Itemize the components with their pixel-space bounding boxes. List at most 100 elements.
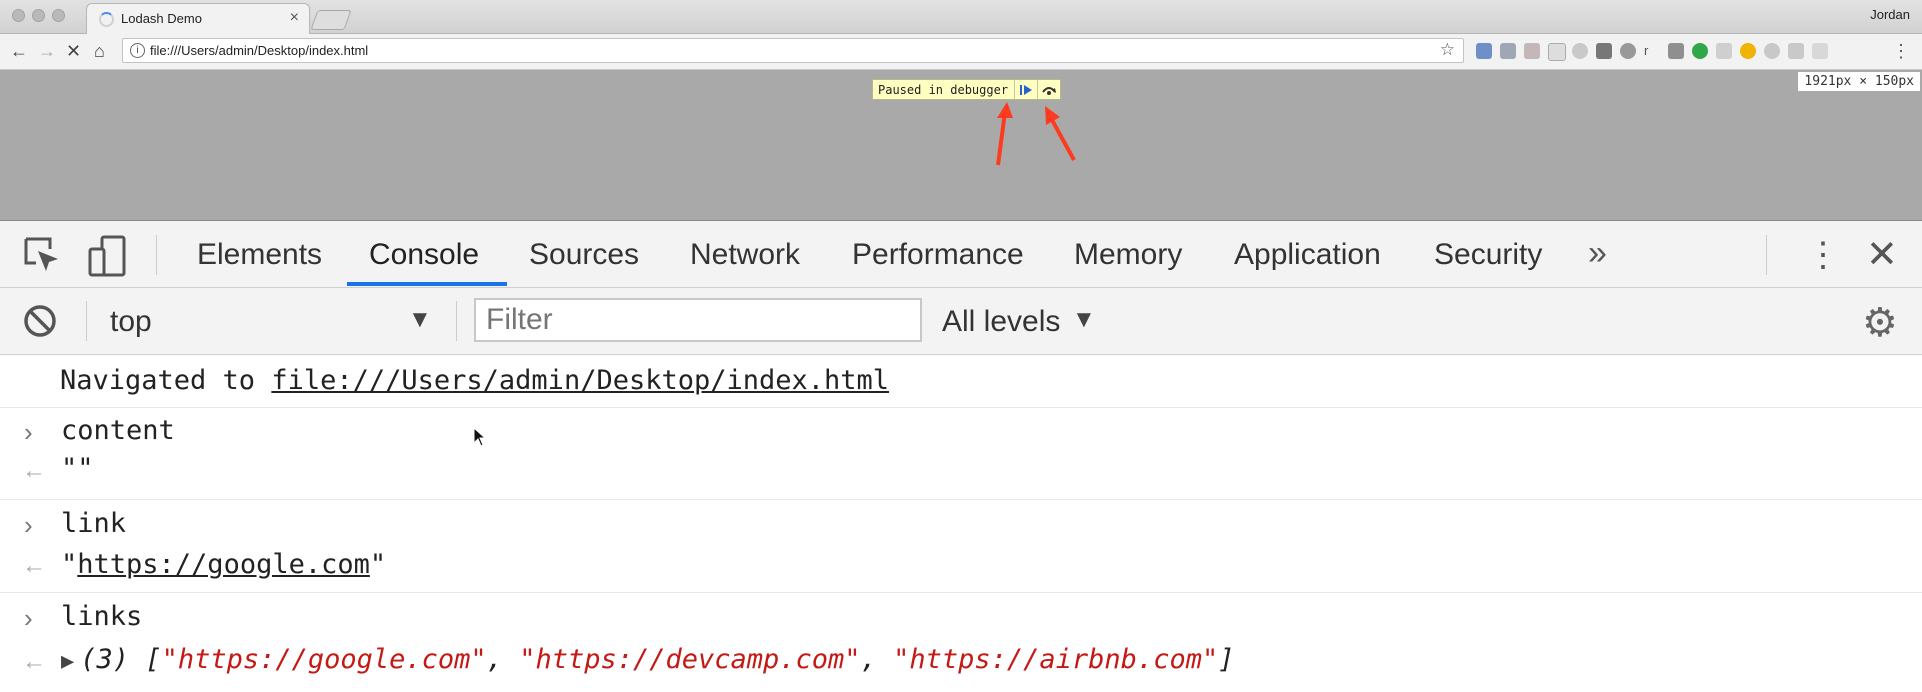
console-entry: › link ← "https://google.com": [0, 500, 1922, 593]
console-entry: › content ← "": [0, 407, 1922, 500]
active-tab-indicator: [347, 282, 507, 286]
address-url[interactable]: file:///Users/admin/Desktop/index.html: [150, 43, 368, 58]
tab-sources[interactable]: Sources: [529, 238, 639, 272]
clear-console-icon[interactable]: [22, 303, 58, 339]
log-levels-dropdown[interactable]: All levels: [942, 305, 1060, 339]
levels-dropdown-icon[interactable]: ▼: [1072, 306, 1096, 334]
mouse-cursor-icon: [473, 427, 487, 447]
annotation-arrows: [996, 102, 1076, 166]
return-arrow-icon: ←: [22, 457, 46, 484]
array-item: "https://google.com": [161, 644, 487, 675]
divider: [156, 235, 157, 275]
console-input: content: [61, 415, 175, 446]
tab-console[interactable]: Console: [369, 238, 479, 272]
console-settings-gear-icon[interactable]: ⚙: [1862, 300, 1898, 346]
quote: ": [61, 549, 78, 580]
tab-elements[interactable]: Elements: [197, 238, 322, 272]
array-count: (3): [80, 644, 130, 675]
divider: [1766, 235, 1767, 275]
devtools-menu-icon[interactable]: ⋮: [1806, 235, 1840, 275]
inspect-element-icon[interactable]: [22, 235, 62, 275]
navigated-link[interactable]: file:///Users/admin/Desktop/index.html: [271, 365, 889, 396]
close-window-button[interactable]: [12, 9, 25, 22]
extension-icon[interactable]: [1812, 43, 1828, 59]
back-arrow-icon[interactable]: ←: [10, 41, 28, 61]
return-arrow-icon: ←: [22, 648, 46, 675]
tab-close-icon[interactable]: ×: [290, 9, 299, 27]
console-array-result[interactable]: ▶ (3) ["https://google.com", "https://dev…: [61, 644, 1234, 675]
device-toolbar-icon[interactable]: [88, 235, 128, 277]
input-chevron-icon: ›: [24, 417, 33, 447]
browser-toolbar: ← → ✕ ⌂ i file:///Users/admin/Desktop/in…: [0, 34, 1922, 70]
console-input: links: [61, 601, 143, 632]
extension-icon[interactable]: [1524, 43, 1540, 59]
close-devtools-icon[interactable]: ✕: [1866, 232, 1898, 277]
console-toolbar: top ▼ All levels ▼ ⚙: [0, 288, 1922, 355]
input-chevron-icon: ›: [24, 603, 33, 633]
array-item: "https://airbnb.com": [893, 644, 1219, 675]
divider: [456, 301, 457, 341]
extension-icon[interactable]: [1596, 43, 1612, 59]
extension-icon[interactable]: [1548, 43, 1566, 61]
loading-spinner-icon: [99, 12, 114, 27]
tab-application[interactable]: Application: [1234, 238, 1381, 272]
minimize-window-button[interactable]: [32, 9, 45, 22]
divider: [86, 301, 87, 341]
context-selector[interactable]: top: [110, 305, 152, 339]
console-message: Navigated to file:///Users/admin/Desktop…: [0, 355, 1922, 408]
extension-icon[interactable]: [1740, 43, 1756, 59]
context-dropdown-icon[interactable]: ▼: [408, 306, 432, 334]
red-arrow-resume: [996, 111, 1007, 166]
extension-icon[interactable]: [1620, 43, 1636, 59]
console-entry: › links ← ▶ (3) ["https://google.com", "h…: [0, 593, 1922, 692]
stop-loading-icon[interactable]: ✕: [66, 41, 81, 61]
extension-calendar-icon[interactable]: [1476, 43, 1492, 59]
page-viewport: Paused in debugger 1921px × 150px: [0, 70, 1922, 221]
filter-input[interactable]: [474, 298, 922, 342]
return-arrow-icon: ←: [22, 552, 46, 579]
profile-name[interactable]: Jordan: [1870, 7, 1910, 22]
tab-title: Lodash Demo: [121, 11, 202, 26]
bookmark-star-icon[interactable]: ☆: [1440, 40, 1455, 60]
extension-icon[interactable]: [1572, 43, 1588, 59]
expand-triangle-icon[interactable]: ▶: [61, 649, 74, 674]
new-tab-button[interactable]: [310, 10, 352, 30]
forward-arrow-icon[interactable]: →: [38, 41, 56, 61]
home-icon[interactable]: ⌂: [94, 41, 105, 61]
result-link[interactable]: https://google.com: [77, 549, 370, 580]
extension-r-icon[interactable]: r: [1644, 43, 1660, 59]
navigated-prefix: Navigated to: [60, 365, 256, 396]
extension-icon[interactable]: [1716, 43, 1732, 59]
input-chevron-icon: ›: [24, 510, 33, 540]
console-result: "https://google.com": [61, 549, 386, 580]
extension-icon[interactable]: [1764, 43, 1780, 59]
zoom-window-button[interactable]: [52, 9, 65, 22]
console-result: "": [61, 453, 94, 484]
red-arrowhead: [997, 102, 1013, 118]
tab-network[interactable]: Network: [690, 238, 800, 272]
tab-performance[interactable]: Performance: [852, 238, 1024, 272]
array-separator: ,: [860, 644, 877, 675]
devtools-tab-bar: Elements Console Sources Network Perform…: [0, 221, 1922, 288]
browser-tab-strip: Lodash Demo × Jordan: [0, 0, 1922, 34]
tab-memory[interactable]: Memory: [1074, 238, 1182, 272]
more-tabs-chevron-icon[interactable]: »: [1588, 234, 1607, 273]
cast-icon[interactable]: [1668, 43, 1684, 59]
extension-green-icon[interactable]: [1692, 43, 1708, 59]
array-separator: ,: [486, 644, 503, 675]
info-icon[interactable]: i: [130, 43, 145, 58]
console-output: Navigated to file:///Users/admin/Desktop…: [0, 355, 1922, 692]
console-input: link: [61, 508, 127, 539]
browser-menu-icon[interactable]: ⋮: [1892, 41, 1910, 62]
tab-security[interactable]: Security: [1434, 238, 1542, 272]
extension-icon[interactable]: [1500, 43, 1516, 59]
browser-tab[interactable]: Lodash Demo ×: [86, 3, 310, 34]
quote: ": [369, 549, 387, 580]
red-arrow-step: [1050, 119, 1076, 161]
extension-icon[interactable]: [1788, 43, 1804, 59]
array-item: "https://devcamp.com": [519, 644, 861, 675]
array-close-bracket: ]: [1218, 644, 1235, 675]
navigated-message: Navigated to file:///Users/admin/Desktop…: [60, 365, 889, 396]
address-bar[interactable]: i file:///Users/admin/Desktop/index.html…: [122, 38, 1464, 63]
array-open-bracket: [: [145, 644, 162, 675]
